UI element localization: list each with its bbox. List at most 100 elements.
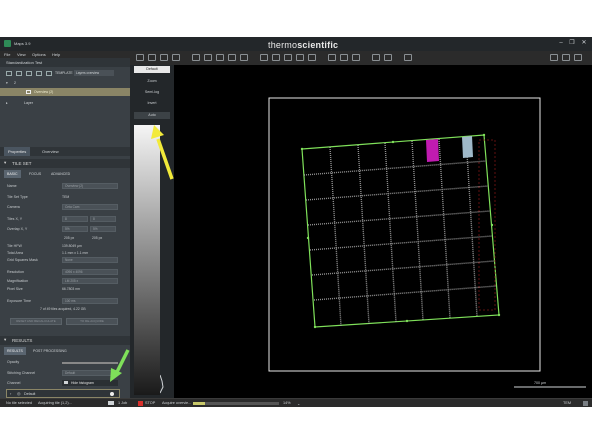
acquired-status: 7 of 49 tiles acquired, 4.22 GB: [40, 307, 86, 311]
acquire-progress-bar: [193, 402, 279, 405]
channel-color-dot[interactable]: [110, 392, 114, 396]
refresh-tool-icon[interactable]: [340, 54, 348, 61]
re-acquire-button[interactable]: TO RE-ACQUIRE: [66, 318, 118, 325]
histogram-semilog-button[interactable]: Semi-log: [134, 89, 170, 96]
tiles-y-field[interactable]: 8: [90, 216, 116, 222]
results-title: RESULTS: [12, 338, 33, 343]
image-tool-icon[interactable]: [260, 54, 268, 61]
export-tool-icon[interactable]: [372, 54, 380, 61]
stitching-channel-label: Stitching Channel: [7, 371, 36, 375]
stop-icon[interactable]: [138, 401, 143, 406]
hfw-label: Tile HFW: [7, 244, 22, 248]
exposure-field[interactable]: 100 ms: [62, 298, 118, 304]
title-bar: Maps 3.9 thermoscientific – ❐ ✕: [0, 37, 592, 51]
fit-tool-icon[interactable]: [308, 54, 316, 61]
target-tool-icon[interactable]: [352, 54, 360, 61]
subtab-results[interactable]: RESULTS: [4, 347, 26, 355]
layer-tool-icon[interactable]: [216, 54, 224, 61]
minimize-icon[interactable]: –: [556, 39, 566, 48]
subtab-basic[interactable]: BASIC: [4, 170, 21, 178]
menu-view[interactable]: View: [17, 52, 26, 57]
menu-help[interactable]: Help: [52, 52, 60, 57]
collapse-icon[interactable]: ▾: [4, 160, 6, 166]
subtab-advanced[interactable]: ADVANCED: [48, 170, 73, 178]
align-tool-icon[interactable]: [296, 54, 304, 61]
tiles-x-field[interactable]: 8: [62, 216, 88, 222]
menu-options[interactable]: Options: [32, 52, 46, 57]
close-icon[interactable]: ✕: [579, 39, 589, 48]
window-c-icon[interactable]: [574, 54, 582, 61]
navigate-tool-icon[interactable]: [328, 54, 336, 61]
camera-select[interactable]: Ceta Cam: [62, 204, 118, 210]
pointer-tool-icon[interactable]: [136, 54, 144, 61]
subtab-post-processing[interactable]: POST PROCESSING: [30, 347, 70, 355]
histogram-panel: Default Zoom Semi-log Invert Auto: [130, 65, 174, 398]
tab-properties[interactable]: Properties: [4, 147, 31, 156]
maximize-icon[interactable]: ❐: [567, 39, 577, 48]
expand-icon[interactable]: ›: [10, 391, 11, 396]
overlap-x-field[interactable]: 5%: [62, 226, 88, 232]
notification-icon[interactable]: [583, 401, 588, 406]
move-tool-icon[interactable]: [148, 54, 156, 61]
expand-icon[interactable]: ▾: [6, 81, 8, 85]
pixel-size-label: Pixel Size: [7, 287, 23, 291]
fullscreen-tool-icon[interactable]: [404, 54, 412, 61]
add-icon[interactable]: [26, 71, 32, 76]
menu-file[interactable]: File: [4, 52, 10, 57]
image-icon[interactable]: [36, 71, 42, 76]
window-a-icon[interactable]: [550, 54, 558, 61]
status-bar: No tile selected Acquiring tile (1,2)...…: [0, 398, 592, 407]
layer-icon[interactable]: [16, 71, 22, 76]
annotate-tool-icon[interactable]: [272, 54, 280, 61]
progress-label: 14%: [283, 401, 291, 405]
resolution-label: Resolution: [7, 270, 24, 274]
window-b-icon[interactable]: [562, 54, 570, 61]
subtab-focus[interactable]: FOCUS: [26, 170, 44, 178]
job-count: 1 Job: [118, 401, 128, 405]
overlap-y-field[interactable]: 5%: [90, 226, 116, 232]
scale-bar-label: 700 µm: [534, 381, 547, 385]
resolution-select[interactable]: 4096 x 4096: [62, 269, 118, 275]
reset-recalculate-button[interactable]: RESET AND RECALCULATE: [10, 318, 62, 325]
grid-tool-icon[interactable]: [204, 54, 212, 61]
grid-mask-select[interactable]: None: [62, 257, 118, 263]
results-section-header[interactable]: ▾ RESULTS: [0, 336, 130, 345]
acquired-tile-blue: [462, 136, 473, 158]
zoom-tool-icon[interactable]: [172, 54, 180, 61]
stack-tool-icon[interactable]: [240, 54, 248, 61]
stop-button[interactable]: STOP: [145, 401, 155, 405]
settings-tool-icon[interactable]: [384, 54, 392, 61]
histogram-zoom-button[interactable]: Zoom: [134, 78, 170, 85]
maps-application-window: Maps 3.9 thermoscientific – ❐ ✕ File Vie…: [0, 37, 592, 407]
chevron-down-icon[interactable]: ⌄: [297, 401, 300, 406]
tab-overview[interactable]: Overview: [38, 147, 63, 156]
histogram-default-button[interactable]: Default: [134, 66, 170, 73]
layer-group-row[interactable]: ▾ 2: [0, 80, 130, 88]
template-select[interactable]: Layers overview: [74, 70, 114, 76]
name-field[interactable]: Overview (2): [62, 183, 118, 189]
grid-mask-label: Grid Squares Mask: [7, 258, 38, 262]
measure-tool-icon[interactable]: [228, 54, 236, 61]
area-tool-icon[interactable]: [160, 54, 168, 61]
brand-logo: thermoscientific: [268, 40, 339, 50]
export-icon[interactable]: [46, 71, 52, 76]
magnification-select[interactable]: LM 205 x: [62, 278, 118, 284]
image-viewer[interactable]: 700 µm: [174, 65, 592, 398]
histogram-auto-button[interactable]: Auto: [134, 112, 170, 119]
layer-row[interactable]: ▸ Layer: [0, 100, 130, 108]
collapse-icon[interactable]: ▾: [4, 337, 6, 343]
histogram-invert-button[interactable]: Invert: [134, 100, 170, 107]
tile-set-row[interactable]: Overview (2): [0, 88, 130, 96]
template-label: TEMPLATE: [55, 71, 73, 75]
collapse-icon[interactable]: [6, 71, 12, 76]
selection-status: No tile selected: [6, 401, 32, 405]
tile-set-section-header[interactable]: ▾ TILE SET: [0, 159, 130, 168]
progress-fill: [193, 402, 206, 405]
tile-set-subtabs: BASIC FOCUS ADVANCED: [4, 170, 126, 178]
expand-icon[interactable]: ▸: [6, 101, 8, 105]
pixel-size-value: 66.7803 nm: [62, 287, 80, 291]
snapshot-tool-icon[interactable]: [284, 54, 292, 61]
tile-set-tool-icon[interactable]: [192, 54, 200, 61]
visibility-icon[interactable]: ◎: [17, 391, 21, 396]
default-channel-row[interactable]: › ◎ Default: [6, 389, 120, 398]
